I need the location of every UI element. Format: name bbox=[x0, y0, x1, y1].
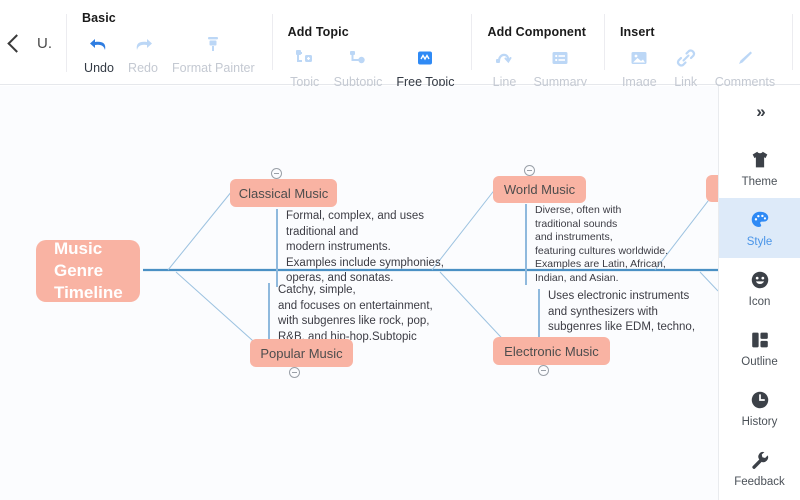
collapse-toggle-classical[interactable] bbox=[271, 168, 282, 179]
sidebar-label-icon: Icon bbox=[748, 296, 771, 308]
chevron-left-icon[interactable] bbox=[7, 33, 26, 53]
comment-pen-icon bbox=[733, 44, 757, 71]
image-button[interactable]: Image bbox=[615, 42, 664, 89]
clock-icon bbox=[749, 388, 771, 412]
topic-node-popular-music[interactable]: Popular Music bbox=[250, 339, 353, 367]
sidebar-item-style[interactable]: Style bbox=[719, 198, 800, 258]
summary-icon bbox=[548, 44, 572, 71]
palette-icon bbox=[749, 208, 771, 232]
collapse-toggle-popular[interactable] bbox=[289, 367, 300, 378]
group-title: Basic bbox=[82, 11, 116, 25]
link-button[interactable]: Link bbox=[664, 42, 708, 89]
free-topic-icon bbox=[413, 44, 437, 71]
topic-node-electronic-music[interactable]: Electronic Music bbox=[493, 337, 610, 365]
sidebar-item-theme[interactable]: Theme bbox=[719, 138, 800, 198]
collapse-toggle-world[interactable] bbox=[524, 165, 535, 176]
sidebar-label-outline: Outline bbox=[741, 356, 778, 368]
format-painter-button[interactable]: Format Painter bbox=[165, 28, 262, 75]
add-subtopic-button[interactable]: Subtopic bbox=[327, 42, 390, 89]
tshirt-icon bbox=[749, 148, 771, 172]
sidebar-item-icon[interactable]: Icon bbox=[719, 258, 800, 318]
redo-button[interactable]: Redo bbox=[121, 28, 165, 75]
sidebar-label-theme: Theme bbox=[741, 176, 778, 188]
toolbar-group-insert: Insert Image Link Comments bbox=[603, 14, 792, 89]
sidebar-label-feedback: Feedback bbox=[734, 476, 785, 488]
relationship-line-icon bbox=[492, 44, 516, 71]
mindmap-canvas[interactable]: Music Genre Timeline Classical Music For… bbox=[0, 86, 718, 500]
format-painter-label: Format Painter bbox=[172, 61, 255, 75]
redo-arrow-icon bbox=[131, 30, 155, 57]
undo-arrow-icon bbox=[87, 30, 111, 57]
toolbar-group-basic: Basic Undo Redo Format Painter bbox=[67, 0, 272, 84]
root-line-1: Music bbox=[54, 239, 103, 258]
sidebar-label-history: History bbox=[741, 416, 778, 428]
undo-button[interactable]: Undo bbox=[77, 28, 121, 75]
redo-label: Redo bbox=[128, 61, 158, 75]
mindmap-app: U. Basic Undo Redo Format Painter Add To… bbox=[0, 0, 800, 500]
line-button[interactable]: Line bbox=[482, 42, 526, 89]
summary-button[interactable]: Summary bbox=[526, 42, 593, 89]
smiley-icon bbox=[749, 268, 771, 292]
wrench-icon bbox=[749, 448, 771, 472]
bone-classical bbox=[167, 190, 233, 271]
root-topic-node[interactable]: Music Genre Timeline bbox=[36, 239, 140, 302]
add-topic-button[interactable]: Topic bbox=[283, 42, 327, 89]
sidebar-label-style: Style bbox=[746, 236, 773, 248]
description-classical-music[interactable]: Formal, complex, and uses traditional an… bbox=[276, 209, 446, 287]
right-sidebar: » Theme Style Icon Outline History Feedb… bbox=[718, 86, 800, 500]
description-world-music[interactable]: Diverse, often with traditional sounds a… bbox=[525, 204, 695, 285]
description-popular-music[interactable]: Catchy, simple, and focuses on entertain… bbox=[268, 283, 448, 345]
toolbar-group-add-component: Add Component Line Summary bbox=[471, 14, 603, 89]
layout-icon bbox=[749, 328, 771, 352]
free-topic-button[interactable]: Free Topic bbox=[389, 42, 461, 89]
topic-node-offscreen[interactable] bbox=[706, 175, 718, 202]
group-title: Insert bbox=[619, 25, 655, 39]
document-title[interactable]: U. bbox=[37, 35, 52, 52]
topic-node-classical-music[interactable]: Classical Music bbox=[230, 179, 337, 207]
bone-popular bbox=[175, 271, 263, 350]
document-header: U. bbox=[0, 14, 67, 72]
undo-label: Undo bbox=[84, 61, 114, 75]
double-chevron-right-icon: » bbox=[756, 102, 766, 121]
paint-brush-icon bbox=[201, 30, 225, 57]
group-title: Add Component bbox=[487, 25, 586, 39]
sidebar-expand-button[interactable]: » bbox=[719, 86, 800, 138]
add-topic-icon bbox=[293, 44, 317, 71]
sidebar-item-outline[interactable]: Outline bbox=[719, 318, 800, 378]
link-icon bbox=[674, 44, 698, 71]
group-title: Add Topic bbox=[287, 25, 349, 39]
collapse-toggle-electronic[interactable] bbox=[538, 365, 549, 376]
toolbar-group-add-topic: Add Topic Topic Subtopic Free Topic bbox=[271, 14, 472, 89]
add-subtopic-icon bbox=[346, 44, 370, 71]
image-icon bbox=[627, 44, 651, 71]
top-toolbar: U. Basic Undo Redo Format Painter Add To… bbox=[0, 0, 800, 89]
root-line-3: Timeline bbox=[54, 283, 123, 302]
sidebar-item-feedback[interactable]: Feedback bbox=[719, 438, 800, 498]
toolbar-group-tools: Tools Save bbox=[792, 14, 800, 70]
sidebar-item-history[interactable]: History bbox=[719, 378, 800, 438]
topic-node-world-music[interactable]: World Music bbox=[493, 176, 586, 203]
root-line-2: Genre bbox=[54, 261, 104, 280]
comments-button[interactable]: Comments bbox=[708, 42, 782, 89]
